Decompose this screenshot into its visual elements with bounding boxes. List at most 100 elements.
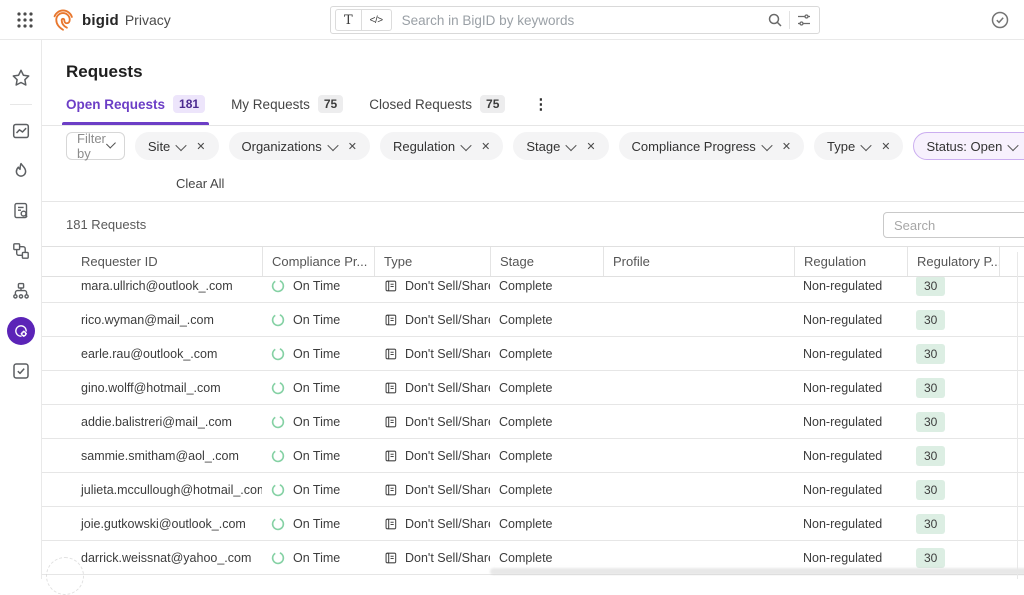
main-content: Requests Open Requests 181 My Requests 7… [42,40,1024,579]
close-icon[interactable]: ✕ [586,140,595,153]
global-search-input[interactable] [392,13,767,28]
tab-count-badge: 75 [318,95,343,113]
clear-all-button[interactable]: Clear All [176,176,224,191]
data-flows-icon[interactable] [0,271,42,311]
compliance-status-cell: On Time [293,551,340,565]
regulation-cell: Non-regulated [803,551,882,565]
approvals-icon[interactable] [990,10,1010,30]
query-search-toggle[interactable]: </> [362,9,391,31]
column-compliance-progress[interactable]: Compliance Pr... [262,247,374,276]
global-search-bar[interactable]: T </> [330,6,820,34]
column-regulatory-progress[interactable]: Regulatory P... [907,247,999,276]
regulation-cell: Non-regulated [803,279,882,293]
tab-my-requests[interactable]: My Requests 75 [231,95,343,125]
catalog-icon[interactable] [0,191,42,231]
hotspots-icon[interactable] [0,151,42,191]
filter-chip-label: Organizations [242,139,322,154]
table-header: Requester ID Compliance Pr... Type Stage… [42,247,1024,277]
table-search-input[interactable] [883,212,1024,238]
table-row[interactable]: sammie.smitham@aol_.com On Time Don't Se… [42,439,1024,473]
chevron-down-icon[interactable] [862,139,870,154]
requests-count-label: 181 Requests [66,217,146,232]
column-filler [999,247,1024,276]
filter-chip[interactable]: Compliance Progress ✕ [619,132,805,160]
table-body: mara.ullrich@outlook_.com On Time Don't … [42,277,1024,576]
type-cell: Don't Sell/Share [405,551,490,565]
column-regulation[interactable]: Regulation [794,247,907,276]
type-cell: Don't Sell/Share [405,279,490,293]
filter-chip[interactable]: Type ✕ [814,132,903,160]
chevron-down-icon[interactable] [177,139,185,154]
compliance-status-cell: On Time [293,381,340,395]
table-row[interactable]: mara.ullrich@outlook_.com On Time Don't … [42,277,1024,303]
tasks-icon[interactable] [0,351,42,391]
compliance-status-cell: On Time [293,279,340,293]
bigid-logo[interactable]: bigid Privacy [50,7,171,33]
type-cell: Don't Sell/Share [405,483,490,497]
on-time-ring-icon [271,415,285,429]
tab-count-badge: 181 [173,95,205,113]
requester-id-cell: julieta.mccullough@hotmail_.com [81,483,262,497]
filter-chip[interactable]: Stage ✕ [513,132,608,160]
filter-chip[interactable]: Regulation ✕ [380,132,503,160]
compliance-status-cell: On Time [293,313,340,327]
tab-closed-requests[interactable]: Closed Requests 75 [369,95,505,125]
tab-count-badge: 75 [480,95,505,113]
compliance-status-cell: On Time [293,449,340,463]
brand-name: bigid [82,12,119,29]
table-row[interactable]: rico.wyman@mail_.com On Time Don't Sell/… [42,303,1024,337]
close-icon[interactable]: ✕ [782,140,791,153]
dashboard-icon[interactable] [0,111,42,151]
product-name: Privacy [125,12,171,28]
privacy-module-active[interactable] [0,311,42,351]
table-toolbar: 181 Requests [42,202,1024,247]
column-type[interactable]: Type [374,247,490,276]
chevron-down-icon[interactable] [462,139,470,154]
tab-label: My Requests [231,97,310,112]
fingerprint-logo-icon [50,7,76,33]
favorites-icon[interactable] [0,58,42,98]
search-settings-icon[interactable] [796,12,812,28]
column-stage[interactable]: Stage [490,247,603,276]
requester-id-cell: joie.gutkowski@outlook_.com [81,517,246,531]
table-row[interactable]: earle.rau@outlook_.com On Time Don't Sel… [42,337,1024,371]
search-mode-toggle[interactable]: T </> [335,9,392,31]
column-requester-id[interactable]: Requester ID [72,247,262,276]
table-row[interactable]: gino.wolff@hotmail_.com On Time Don't Se… [42,371,1024,405]
chevron-down-icon[interactable] [329,139,337,154]
search-icon[interactable] [767,12,783,28]
filter-by-dropdown[interactable]: Filter by [66,132,125,160]
chevron-down-icon[interactable] [763,139,771,154]
scroll-icon [383,517,397,531]
table-row[interactable]: addie.balistreri@mail_.com On Time Don't… [42,405,1024,439]
top-header-bar: bigid Privacy T </> [0,0,1024,40]
close-icon[interactable]: ✕ [481,140,490,153]
scroll-icon [383,381,397,395]
regulatory-progress-badge: 30 [916,344,945,364]
app-launcher-icon[interactable] [16,11,34,29]
compliance-status-cell: On Time [293,415,340,429]
chevron-down-icon[interactable] [1009,139,1017,154]
chevron-down-icon[interactable] [567,139,575,154]
column-profile[interactable]: Profile [603,247,794,276]
text-search-toggle[interactable]: T [336,9,362,31]
regulation-cell: Non-regulated [803,415,882,429]
classification-icon[interactable] [0,231,42,271]
horizontal-scrollbar[interactable] [490,568,1024,575]
close-icon[interactable]: ✕ [196,140,205,153]
on-time-ring-icon [271,279,285,293]
filter-chip[interactable]: Organizations ✕ [229,132,370,160]
on-time-ring-icon [271,449,285,463]
close-icon[interactable]: ✕ [881,140,890,153]
filter-chip[interactable]: Status: Open ✕ [913,132,1024,160]
tab-open-requests[interactable]: Open Requests 181 [66,95,205,125]
regulatory-progress-badge: 30 [916,446,945,466]
table-row[interactable]: julieta.mccullough@hotmail_.com On Time … [42,473,1024,507]
filter-chip[interactable]: Site ✕ [135,132,219,160]
column-select [42,247,72,276]
requester-id-cell: mara.ullrich@outlook_.com [81,279,233,293]
table-row[interactable]: joie.gutkowski@outlook_.com On Time Don'… [42,507,1024,541]
close-icon[interactable]: ✕ [348,140,357,153]
regulatory-progress-badge: 30 [916,310,945,330]
tabs-more-menu-icon[interactable]: ⋮ [531,95,553,125]
